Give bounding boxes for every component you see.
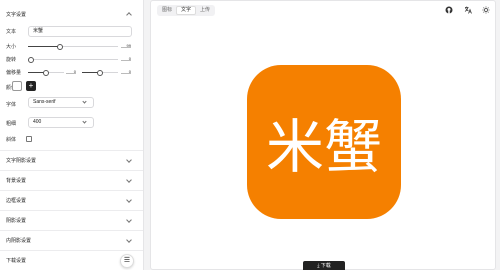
- download-button[interactable]: ⤓ 下载: [303, 261, 345, 270]
- italic-checkbox[interactable]: [26, 136, 32, 142]
- mode-tabs: 图标 文字 上传: [157, 5, 216, 16]
- offset-x-slider-knob[interactable]: [43, 70, 49, 76]
- translate-icon[interactable]: [464, 6, 472, 14]
- chevron-down-icon: [126, 237, 132, 243]
- weight-select[interactable]: 400: [28, 117, 94, 128]
- download-label: 下载: [320, 263, 331, 269]
- section-title: 下载设置: [6, 257, 27, 264]
- offset-y-slider[interactable]: [82, 70, 118, 76]
- font-select[interactable]: Sans-serif: [28, 97, 94, 108]
- chevron-down-icon: [126, 197, 132, 203]
- chevron-down-icon: [82, 119, 87, 124]
- chevron-down-icon: [82, 99, 87, 104]
- sun-icon[interactable]: [482, 6, 490, 14]
- text-label: 文本: [6, 29, 17, 35]
- section-title: 内阴影设置: [6, 237, 32, 244]
- section-title: 文字阴影设置: [6, 157, 37, 164]
- section-header-border[interactable]: 边框设置: [6, 191, 133, 209]
- size-slider-knob[interactable]: [57, 44, 63, 50]
- download-icon: ⤓: [317, 263, 320, 269]
- section-header-inner-shadow[interactable]: 内阴影设置: [6, 231, 133, 249]
- add-color-button[interactable]: +: [26, 81, 36, 91]
- github-icon[interactable]: [445, 6, 453, 14]
- settings-icon[interactable]: ☰: [120, 254, 134, 268]
- text-input[interactable]: 米蟹: [28, 26, 132, 37]
- icon-preview: 米蟹: [247, 65, 401, 219]
- size-label: 大小: [6, 44, 17, 50]
- offset-x-value[interactable]: 0: [66, 70, 76, 74]
- chevron-down-icon: [126, 177, 132, 183]
- tab-icon[interactable]: 图标: [158, 6, 176, 15]
- size-slider[interactable]: [28, 44, 118, 50]
- offset-label: 偏移量: [6, 70, 22, 76]
- section-header-text-shadow[interactable]: 文字阴影设置: [6, 151, 133, 169]
- font-label: 字体: [6, 102, 17, 108]
- weight-select-value: 400: [33, 119, 42, 125]
- offset-y-value[interactable]: 0: [121, 70, 131, 74]
- rotate-value[interactable]: 0: [121, 57, 131, 61]
- italic-label: 斜体: [6, 137, 17, 143]
- sidebar: 文字设置 文本 米蟹 大小 99 旋转 0 偏移量 0 0 颜色组 + 字体 S…: [0, 0, 144, 270]
- rotate-label: 旋转: [6, 57, 17, 63]
- section-header-background[interactable]: 背景设置: [6, 171, 133, 189]
- tab-upload[interactable]: 上传: [196, 6, 214, 15]
- offset-x-slider[interactable]: [28, 70, 64, 76]
- section-title: 文字设置: [6, 11, 27, 18]
- color-swatch-white[interactable]: [12, 81, 22, 91]
- rotate-slider[interactable]: [28, 57, 118, 63]
- chevron-up-icon: [126, 12, 132, 18]
- section-header-shadow[interactable]: 阴影设置: [6, 211, 133, 229]
- section-title: 背景设置: [6, 177, 27, 184]
- offset-y-slider-knob[interactable]: [97, 70, 103, 76]
- text-settings-header[interactable]: 文字设置: [6, 5, 133, 23]
- font-select-value: Sans-serif: [33, 99, 56, 105]
- section-header-download[interactable]: 下载设置: [6, 251, 133, 269]
- section-title: 边框设置: [6, 197, 27, 204]
- tab-text[interactable]: 文字: [176, 6, 197, 15]
- size-slider-fill: [28, 46, 60, 47]
- chevron-down-icon: [126, 157, 132, 163]
- section-title: 阴影设置: [6, 217, 27, 224]
- weight-label: 粗细: [6, 121, 17, 127]
- size-value[interactable]: 99: [121, 44, 131, 48]
- preview-panel: 图标 文字 上传 米蟹 ⤓ 下载: [150, 0, 496, 270]
- chevron-down-icon: [126, 217, 132, 223]
- rotate-slider-knob[interactable]: [28, 57, 34, 63]
- icon-preview-text: 米蟹: [265, 113, 382, 181]
